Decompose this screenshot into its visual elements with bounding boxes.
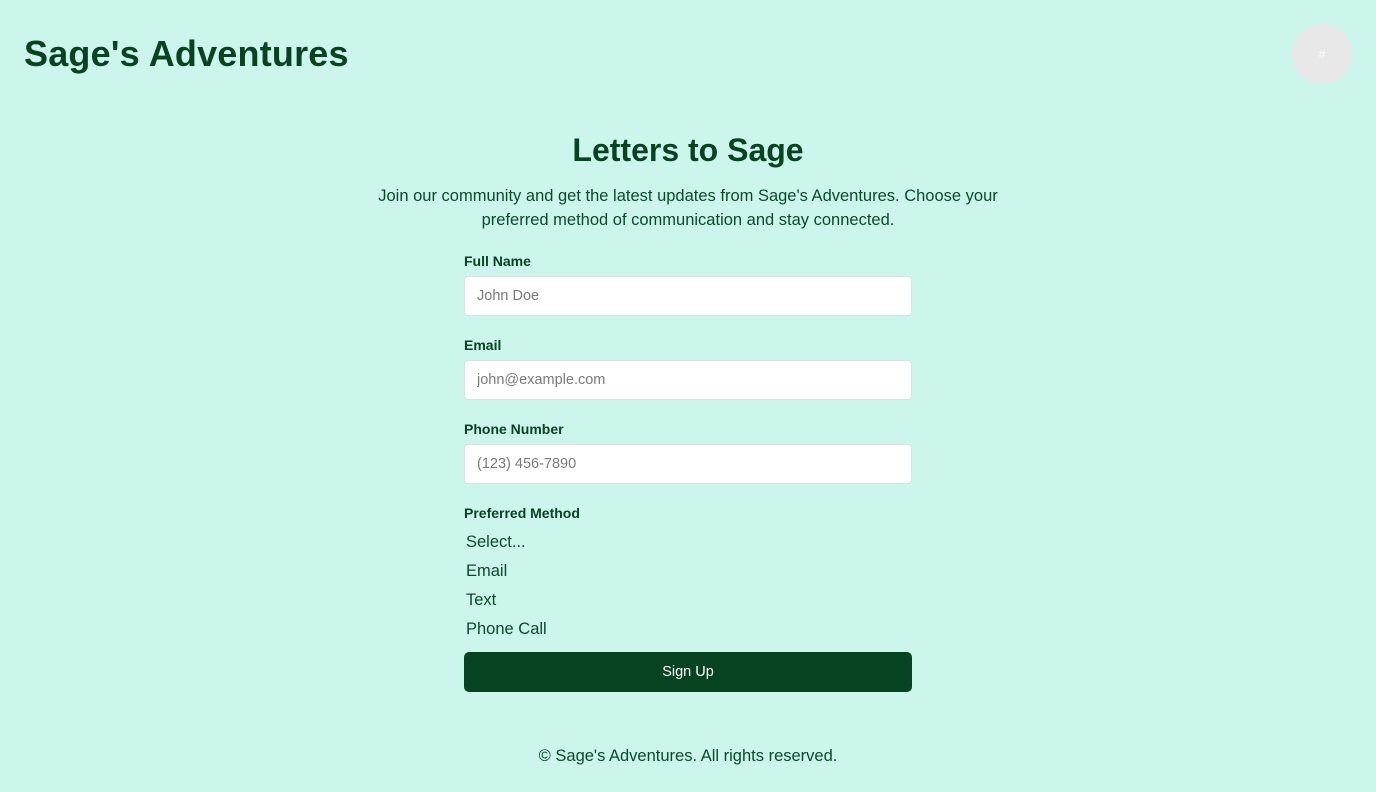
page-title: Letters to Sage (572, 132, 804, 168)
phone-group: Phone Number (464, 420, 912, 504)
email-group: Email (464, 336, 912, 420)
preferred-method-label: Preferred Method (464, 505, 580, 521)
phone-label: Phone Number (464, 421, 564, 437)
option-email[interactable]: Email (464, 557, 912, 586)
full-name-input[interactable] (464, 276, 912, 316)
phone-input[interactable] (464, 444, 912, 484)
intro-text: Join our community and get the latest up… (378, 187, 998, 229)
preferred-method-select[interactable]: Select... Email Text Phone Call (464, 528, 912, 644)
sign-up-button[interactable]: Sign Up (464, 652, 912, 692)
option-phone-call[interactable]: Phone Call (464, 615, 912, 644)
full-name-group: Full Name (464, 252, 912, 336)
full-name-label: Full Name (464, 253, 531, 269)
option-select[interactable]: Select... (464, 528, 912, 557)
main-content: Letters to Sage Join our community and g… (0, 128, 1376, 692)
email-label: Email (464, 337, 502, 353)
preferred-method-group: Preferred Method Select... Email Text Ph… (464, 504, 912, 644)
email-input[interactable] (464, 360, 912, 400)
signup-form: Full Name Email Phone Number Preferred M… (464, 252, 912, 692)
option-text[interactable]: Text (464, 586, 912, 615)
site-title: Sage's Adventures (24, 33, 349, 74)
avatar[interactable]: # (1292, 24, 1352, 84)
footer-copyright: © Sage's Adventures. All rights reserved… (538, 747, 838, 765)
